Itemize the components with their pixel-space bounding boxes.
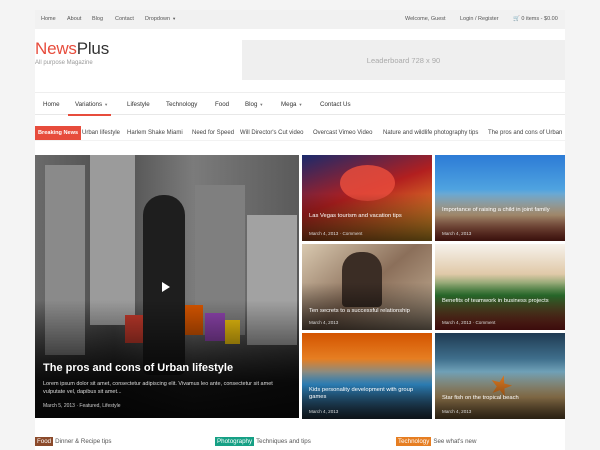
- breaking-news-label: Breaking News: [35, 126, 82, 140]
- category-text: Techniques and tips: [256, 438, 311, 445]
- ticker-item[interactable]: Will Director's Cut video: [240, 130, 304, 136]
- top-link-contact[interactable]: Contact: [115, 16, 134, 22]
- cart-summary: 0 items - $0.00: [521, 16, 558, 22]
- ticker-item[interactable]: The pros and cons of Urban: [488, 130, 562, 136]
- top-link-home[interactable]: Home: [41, 16, 56, 22]
- post-tile[interactable]: Importance of raising a child in joint f…: [435, 155, 565, 241]
- chevron-down-icon: ▼: [259, 102, 264, 107]
- featured-excerpt: Lorem ipsum dolor sit amet, consectetur …: [43, 381, 273, 395]
- nav-item-food[interactable]: Food: [215, 101, 229, 108]
- tile-meta: March 4, 2013 · Comment: [442, 320, 496, 325]
- ticker-item[interactable]: Nature and wildlife photography tips: [383, 130, 478, 136]
- tile-overlay: [302, 155, 432, 241]
- tile-comment-count: Comment: [475, 320, 496, 325]
- tile-title[interactable]: Importance of raising a child in joint f…: [442, 207, 560, 214]
- category-photography[interactable]: Photography Techniques and tips: [215, 437, 311, 446]
- nav-item-home[interactable]: Home: [43, 101, 60, 108]
- nav-active-indicator: [68, 114, 111, 116]
- tile-overlay: [302, 244, 432, 330]
- login-register-link[interactable]: Login / Register: [460, 16, 499, 22]
- cart-link[interactable]: 🛒 0 items - $0.00: [513, 16, 558, 22]
- leaderboard-ad[interactable]: Leaderboard 728 x 90: [242, 40, 565, 80]
- leaderboard-label: Leaderboard 728 x 90: [366, 55, 441, 65]
- category-strip: Food Dinner & Recipe tips Photography Tech…: [35, 436, 565, 450]
- post-tile[interactable]: Kids personality development with group …: [302, 333, 432, 419]
- nav-item-blog-label: Blog: [245, 101, 258, 108]
- top-dropdown-label: Dropdown: [145, 16, 171, 22]
- tile-title[interactable]: Kids personality development with group …: [309, 387, 427, 401]
- tile-date: March 4, 2013: [309, 231, 339, 236]
- post-tile[interactable]: Las Vegas tourism and vacation tips Marc…: [302, 155, 432, 241]
- nav-item-contact-us[interactable]: Contact Us: [320, 101, 351, 108]
- tile-title[interactable]: Benefits of teamwork in business project…: [442, 298, 560, 305]
- ticker-item[interactable]: Need for Speed: [192, 130, 234, 136]
- breaking-news-ticker: Breaking News Urban lifestyle Harlem Sha…: [35, 126, 565, 141]
- nav-item-blog[interactable]: Blog ▼: [245, 101, 263, 108]
- logo-plus: Plus: [76, 39, 109, 58]
- top-dropdown[interactable]: Dropdown ▼: [145, 16, 176, 22]
- category-text: See what's new: [433, 438, 477, 445]
- nav-item-variations-label: Variations: [75, 101, 103, 108]
- tile-overlay: [302, 333, 432, 419]
- tile-comment-count: Comment: [342, 231, 363, 236]
- logo-news: News: [35, 39, 77, 58]
- site-tagline: All purpose Magazine: [35, 60, 93, 66]
- nav-item-variations[interactable]: Variations ▼: [75, 101, 108, 108]
- ticker-item[interactable]: Urban lifestyle: [82, 130, 120, 136]
- tile-title[interactable]: Ten secrets to a successful relationship: [309, 308, 427, 315]
- site-logo[interactable]: NewsPlus: [35, 39, 109, 59]
- featured-meta: March 5, 2013 · Featured, Lifestyle: [43, 403, 121, 409]
- tile-overlay: [435, 244, 565, 330]
- tile-meta: March 4, 2013: [309, 409, 338, 414]
- top-link-about[interactable]: About: [67, 16, 81, 22]
- post-tile[interactable]: Benefits of teamwork in business project…: [435, 244, 565, 330]
- category-tag[interactable]: Technology: [396, 437, 432, 446]
- tile-meta: March 4, 2013: [442, 231, 471, 236]
- ticker-item[interactable]: Harlem Shake Miami: [127, 130, 183, 136]
- main-nav: Home Variations ▼ Lifestyle Technology Fo…: [35, 92, 565, 116]
- tile-overlay: [435, 333, 565, 419]
- post-tile[interactable]: Star fish on the tropical beach March 4,…: [435, 333, 565, 419]
- category-tag[interactable]: Food: [35, 437, 54, 446]
- tile-date: March 4, 2013: [442, 231, 472, 236]
- chevron-down-icon: ▼: [172, 16, 177, 21]
- category-text: Dinner & Recipe tips: [55, 438, 112, 445]
- post-tile[interactable]: Ten secrets to a successful relationship…: [302, 244, 432, 330]
- tile-date: March 4, 2013: [309, 409, 339, 414]
- category-food[interactable]: Food Dinner & Recipe tips: [35, 437, 112, 446]
- tile-overlay: [435, 155, 565, 241]
- play-icon[interactable]: [154, 276, 176, 298]
- top-bar: Home About Blog Contact Dropdown ▼ Welcom…: [35, 10, 565, 29]
- page: Home About Blog Contact Dropdown ▼ Welcom…: [35, 10, 565, 450]
- chevron-down-icon: ▼: [104, 102, 109, 107]
- category-tag[interactable]: Photography: [215, 437, 255, 446]
- welcome-text: Welcome, Guest: [405, 16, 446, 22]
- category-technology[interactable]: Technology See what's new: [396, 437, 477, 446]
- nav-item-mega-label: Mega: [281, 101, 297, 108]
- tile-date: March 4, 2013: [442, 409, 472, 414]
- featured-title[interactable]: The pros and cons of Urban lifestyle: [43, 362, 233, 374]
- tile-date: March 4, 2013: [309, 320, 339, 325]
- tile-title[interactable]: Las Vegas tourism and vacation tips: [309, 213, 427, 220]
- tile-title[interactable]: Star fish on the tropical beach: [442, 395, 560, 402]
- nav-item-technology[interactable]: Technology: [166, 101, 197, 108]
- cart-icon: 🛒: [513, 16, 520, 22]
- tile-meta: March 4, 2013 · Comment: [309, 231, 363, 236]
- tile-date: March 4, 2013: [442, 320, 472, 325]
- tile-meta: March 4, 2013: [309, 320, 338, 325]
- nav-item-mega[interactable]: Mega ▼: [281, 101, 302, 108]
- top-link-blog[interactable]: Blog: [92, 16, 103, 22]
- featured-post[interactable]: The pros and cons of Urban lifestyle Lor…: [35, 155, 299, 418]
- chevron-down-icon: ▼: [298, 102, 303, 107]
- nav-item-lifestyle[interactable]: Lifestyle: [127, 101, 150, 108]
- hero-overlay: [35, 300, 299, 418]
- tile-meta: March 4, 2013: [442, 409, 471, 414]
- ticker-item[interactable]: Overcast Vimeo Video: [313, 130, 372, 136]
